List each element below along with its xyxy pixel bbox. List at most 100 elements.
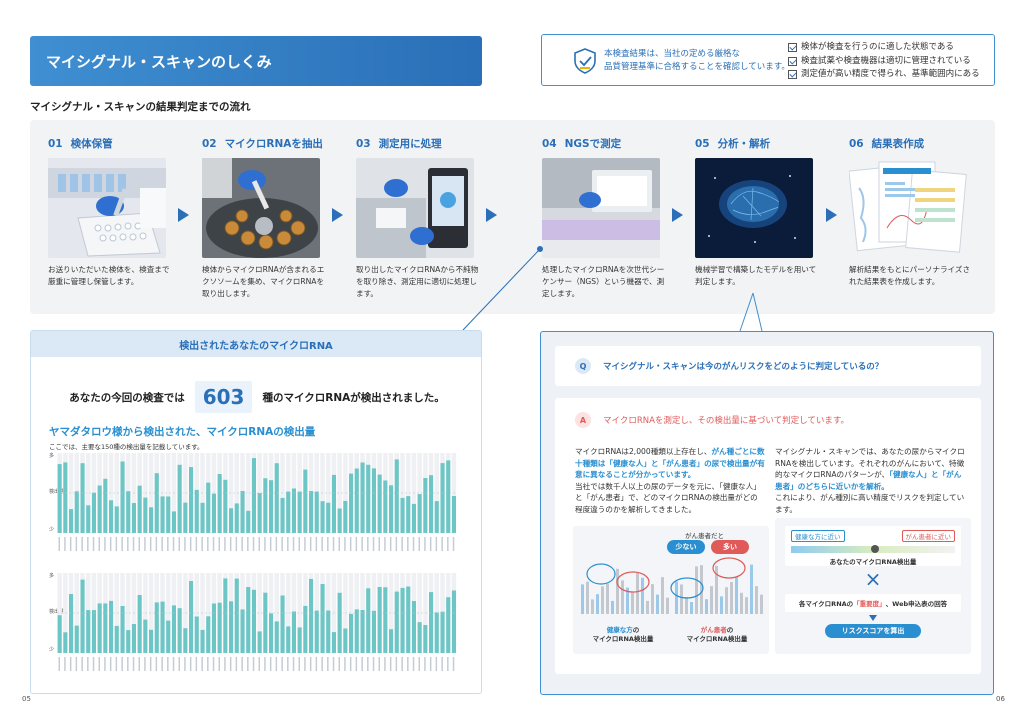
mirna-bar [326,502,331,533]
mirna-bar [269,613,274,653]
bar-label-mark [167,537,169,551]
mirna-bar [411,601,416,653]
bar-label-mark [224,537,226,551]
answer-left-paragraph: マイクロRNAは2,000種類以上存在し、がん種ごとに数十種類は「健康な人」と「… [575,446,765,515]
mirna-bar [291,488,296,533]
mirna-bar [400,587,405,653]
bar-label-mark [372,657,375,671]
mirna-bar [434,501,439,533]
mirna-bar [446,597,451,653]
importance-c: 、Web申込表の回答 [885,600,948,608]
bar-label-mark [338,537,340,551]
mirna-bar [251,458,256,533]
importance-card: 各マイクロRNAの 「重要度」 、Web申込表の回答 [785,594,961,612]
mirna-bar [149,629,154,653]
mirna-bar [303,469,308,533]
mirna-bar [406,586,411,653]
mirna-bar [189,581,194,653]
comparison-bar [750,564,753,614]
mirna-bar [143,497,148,533]
healthy-caption-c: マイクロRNA検出量 [592,635,654,643]
comparison-bar [695,566,698,614]
bar-label-mark [389,537,392,551]
bar-label-mark [384,537,386,551]
mirna-bar [309,491,314,533]
bar-label-mark [429,657,432,671]
mirna-bar [206,616,211,653]
mirna-bar [429,475,434,533]
bar-label-mark [309,537,312,551]
mirna-bar [440,463,445,533]
bar-label-mark [109,657,112,671]
bar-label-mark [452,537,455,551]
mirna-bar [446,460,451,533]
mirna-bar [171,511,176,533]
arrow-right-icon [826,208,837,222]
step-number: 06 [849,138,864,150]
bar-label-mark [58,657,60,671]
mirna-bar [91,492,96,533]
bar-label-mark [81,537,83,551]
detected-note: ここでは、主要な150種の検出量を記載しています。 [49,443,204,451]
answer-text: マイクロRNAを測定し、その検出量に基づいて判定しています。 [603,416,850,426]
mirna-bar [166,620,171,653]
mirna-bar [274,463,279,533]
mirna-bar [354,609,359,653]
comparison-bar [611,600,614,614]
mirna-bar [417,494,422,533]
right-p1-c: これにより、がん種別に高い精度でリスクを判定しています。 [775,493,965,514]
bar-label-mark [189,537,192,551]
near-cancer-label: がん患者に近い [901,530,955,542]
comparison-bar [680,584,683,614]
bar-label-mark [69,537,72,551]
healthy-caption-a: 健康な方 [606,626,633,634]
mirna-bar [200,629,205,653]
bar-label-mark [144,657,146,671]
axis-label: 多 [49,452,54,459]
bar-label-mark [252,657,255,671]
bar-label-mark [258,537,260,551]
bar-label-mark [195,657,198,671]
mirna-bar [97,485,102,533]
mirna-bar [423,625,428,653]
mirna-bar [183,628,188,653]
detected-subtitle: ヤマダタロウ様から検出された、マイクロRNAの検出量 [49,426,316,438]
bar-label-mark [109,537,112,551]
step-photo [356,158,474,258]
mirna-bar [91,610,96,653]
mirna-bar [394,591,399,653]
bar-label-mark [441,657,443,671]
bar-label-mark [304,537,306,551]
bar-label-mark [104,537,106,551]
risk-score-button: リスクスコアを算出 [825,624,921,638]
mirna-bar [194,489,199,533]
mirna-bar [297,627,302,653]
comparison-bar [705,599,708,614]
mirna-bar [291,611,296,653]
bar-label-mark [344,657,346,671]
bar-label-mark [189,657,192,671]
mirna-bar [360,610,365,653]
bar-label-mark [155,537,158,551]
bar-label-mark [247,657,249,671]
step-number: 01 [48,138,63,150]
mirna-bar [411,503,416,533]
check-item: 測定値が高い精度で得られ、基準範囲内にある [801,69,980,79]
answer-mark-icon: A [575,412,591,428]
bar-label-mark [161,537,163,551]
comparison-bar [725,587,728,614]
bar-label-mark [75,657,78,671]
bar-label-mark [338,657,340,671]
mirna-bar [80,579,85,653]
mirna-bar [286,626,291,653]
mirna-bar [206,482,211,533]
page-number-left: 05 [22,695,31,703]
bar-label-mark [229,537,232,551]
mirna-bar [257,631,262,653]
mirna-bar [74,625,79,653]
bar-label-mark [195,537,198,551]
bar-label-mark [372,537,375,551]
bar-label-mark [149,537,152,551]
flow-step-2: 02 マイクロRNAを抽出 検体からマイクロRNAが含まれるエクソソームを集め、マ… [202,136,332,300]
bar-label-mark [149,657,152,671]
